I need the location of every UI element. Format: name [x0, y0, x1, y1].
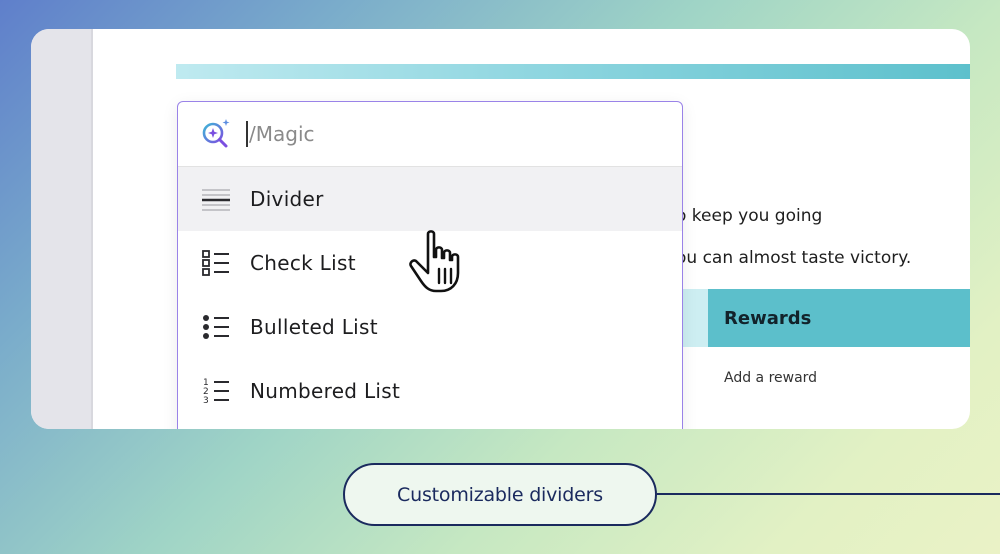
side-panel: [31, 29, 91, 429]
side-panel-edge: [91, 29, 93, 429]
caption-pill: Customizable dividers: [343, 463, 657, 526]
rewards-title: Rewards: [724, 308, 812, 329]
hand-pointer-cursor-icon: [409, 230, 460, 293]
doc-text-line-1: o keep you going: [676, 206, 823, 226]
caption-label: Customizable dividers: [397, 483, 603, 506]
caption-connector-line: [657, 493, 1000, 495]
magic-search-icon: [202, 119, 230, 148]
menu-item-bulleted-list[interactable]: Bulleted List: [178, 295, 682, 359]
doc-header-banner: [176, 64, 970, 79]
checklist-icon: [202, 250, 229, 276]
menu-item-label: Numbered List: [250, 379, 401, 403]
menu-item-divider[interactable]: Divider: [178, 167, 682, 231]
command-search-input[interactable]: [249, 122, 629, 146]
bulleted-list-icon: [203, 315, 229, 339]
editor-card: o keep you going ou can almost taste vic…: [31, 29, 970, 429]
divider-icon: [202, 189, 230, 211]
numbered-list-icon: 1 2 3: [203, 378, 229, 406]
menu-item-label: Bulleted List: [250, 315, 378, 339]
menu-item-label: Check List: [250, 251, 356, 275]
search-row: [178, 102, 682, 167]
svg-text:3: 3: [203, 396, 209, 406]
doc-text-line-2: ou can almost taste victory.: [676, 248, 912, 268]
menu-item-numbered-list[interactable]: 1 2 3 Numbered List: [178, 359, 682, 423]
text-caret: [246, 121, 248, 147]
menu-item-label: Divider: [250, 187, 324, 211]
add-reward-cell[interactable]: Add a reward: [724, 370, 817, 386]
